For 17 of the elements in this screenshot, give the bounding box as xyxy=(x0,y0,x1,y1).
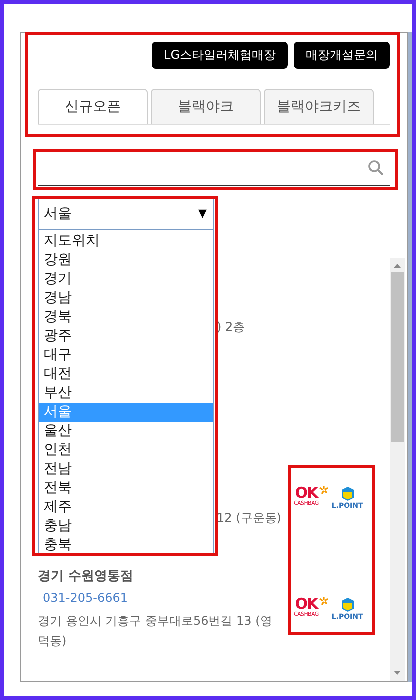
region-select[interactable]: 서울 ▼ xyxy=(38,197,214,230)
dropdown-arrow: ▼ xyxy=(198,207,207,220)
tab[interactable]: 블랙야크키즈 xyxy=(264,89,374,124)
phone-link[interactable]: 031-205-6661 xyxy=(43,591,294,605)
store-address: 경기 용인시 기흥구 중부대로56번길 13 (영덕동) xyxy=(38,613,274,650)
header-button[interactable]: 매장개설문의 xyxy=(294,42,390,69)
search-icon xyxy=(368,160,384,176)
tab[interactable]: 신규오픈 xyxy=(38,89,148,124)
store-address: ) 2층 xyxy=(217,319,246,336)
scrollbar-thumb[interactable] xyxy=(391,272,404,442)
scroll-down-icon[interactable] xyxy=(394,671,401,675)
tab[interactable]: 블랙야크 xyxy=(151,89,261,124)
scroll-up-icon[interactable] xyxy=(394,264,401,268)
header-button[interactable]: LG스타일러체험매장 xyxy=(152,42,288,69)
store-address: 12 (구운동) xyxy=(217,510,282,527)
store-name: 경기 수원영통점 xyxy=(38,568,135,585)
scrollbar[interactable] xyxy=(390,258,405,681)
